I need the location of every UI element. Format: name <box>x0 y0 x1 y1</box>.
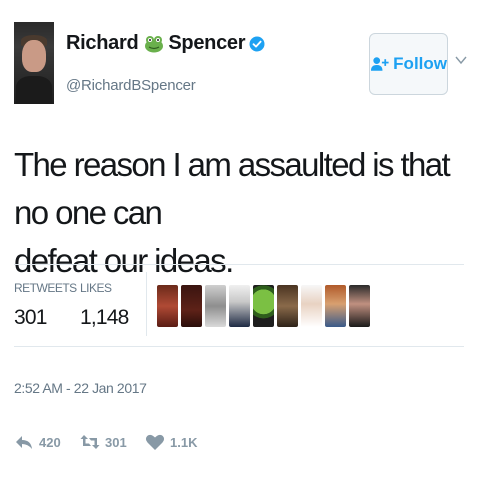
follow-button-label: Follow <box>393 54 447 73</box>
chevron-down-icon[interactable] <box>455 55 467 65</box>
likes-label[interactable]: LIKES <box>80 281 112 295</box>
retweet-action[interactable]: 301 <box>80 433 127 451</box>
tweet-text-line-1: The reason I am assaulted is that no one… <box>14 146 451 231</box>
liker-avatar[interactable] <box>349 285 370 327</box>
liker-avatar[interactable] <box>181 285 202 327</box>
retweet-count: 301 <box>105 434 127 450</box>
tweet-card: Richard Spencer @RichardBSpencer Follow <box>0 0 480 480</box>
liker-avatar[interactable] <box>205 285 226 327</box>
avatar-face <box>22 40 46 72</box>
retweet-icon <box>80 435 100 449</box>
author-last-name: Spencer <box>168 32 246 54</box>
heart-icon <box>145 434 165 450</box>
liker-avatar[interactable] <box>157 285 178 327</box>
tweet-timestamp[interactable]: 2:52 AM - 22 Jan 2017 <box>14 380 147 396</box>
frog-emoji-icon <box>145 35 164 52</box>
like-action[interactable]: 1.1K <box>145 433 197 451</box>
reply-count: 420 <box>39 434 61 450</box>
tweet-text-line-2: defeat our ideas. <box>14 242 234 279</box>
liker-avatar[interactable] <box>253 285 274 327</box>
retweets-value[interactable]: 301 <box>14 306 47 330</box>
avatar-shirt <box>16 76 52 104</box>
follow-button[interactable]: Follow <box>369 33 448 95</box>
add-user-icon <box>370 57 389 71</box>
likes-value[interactable]: 1,148 <box>80 306 129 330</box>
liker-avatars <box>157 285 370 327</box>
author-first-name: Richard <box>66 32 139 54</box>
divider-top <box>14 264 464 265</box>
divider-bottom <box>14 346 464 347</box>
like-count: 1.1K <box>170 434 198 450</box>
author-avatar[interactable] <box>14 22 54 104</box>
liker-avatar[interactable] <box>229 285 250 327</box>
verified-badge-icon <box>249 36 265 51</box>
liker-avatar[interactable] <box>325 285 346 327</box>
author-handle[interactable]: @RichardBSpencer <box>66 77 196 94</box>
reply-icon <box>16 436 32 449</box>
retweets-label[interactable]: RETWEETS <box>14 281 77 295</box>
liker-avatar[interactable] <box>277 285 298 327</box>
author-name[interactable]: Richard Spencer <box>66 32 265 55</box>
liker-avatar[interactable] <box>301 285 322 327</box>
reply-action[interactable]: 420 <box>14 433 61 451</box>
stats-separator <box>146 272 147 336</box>
